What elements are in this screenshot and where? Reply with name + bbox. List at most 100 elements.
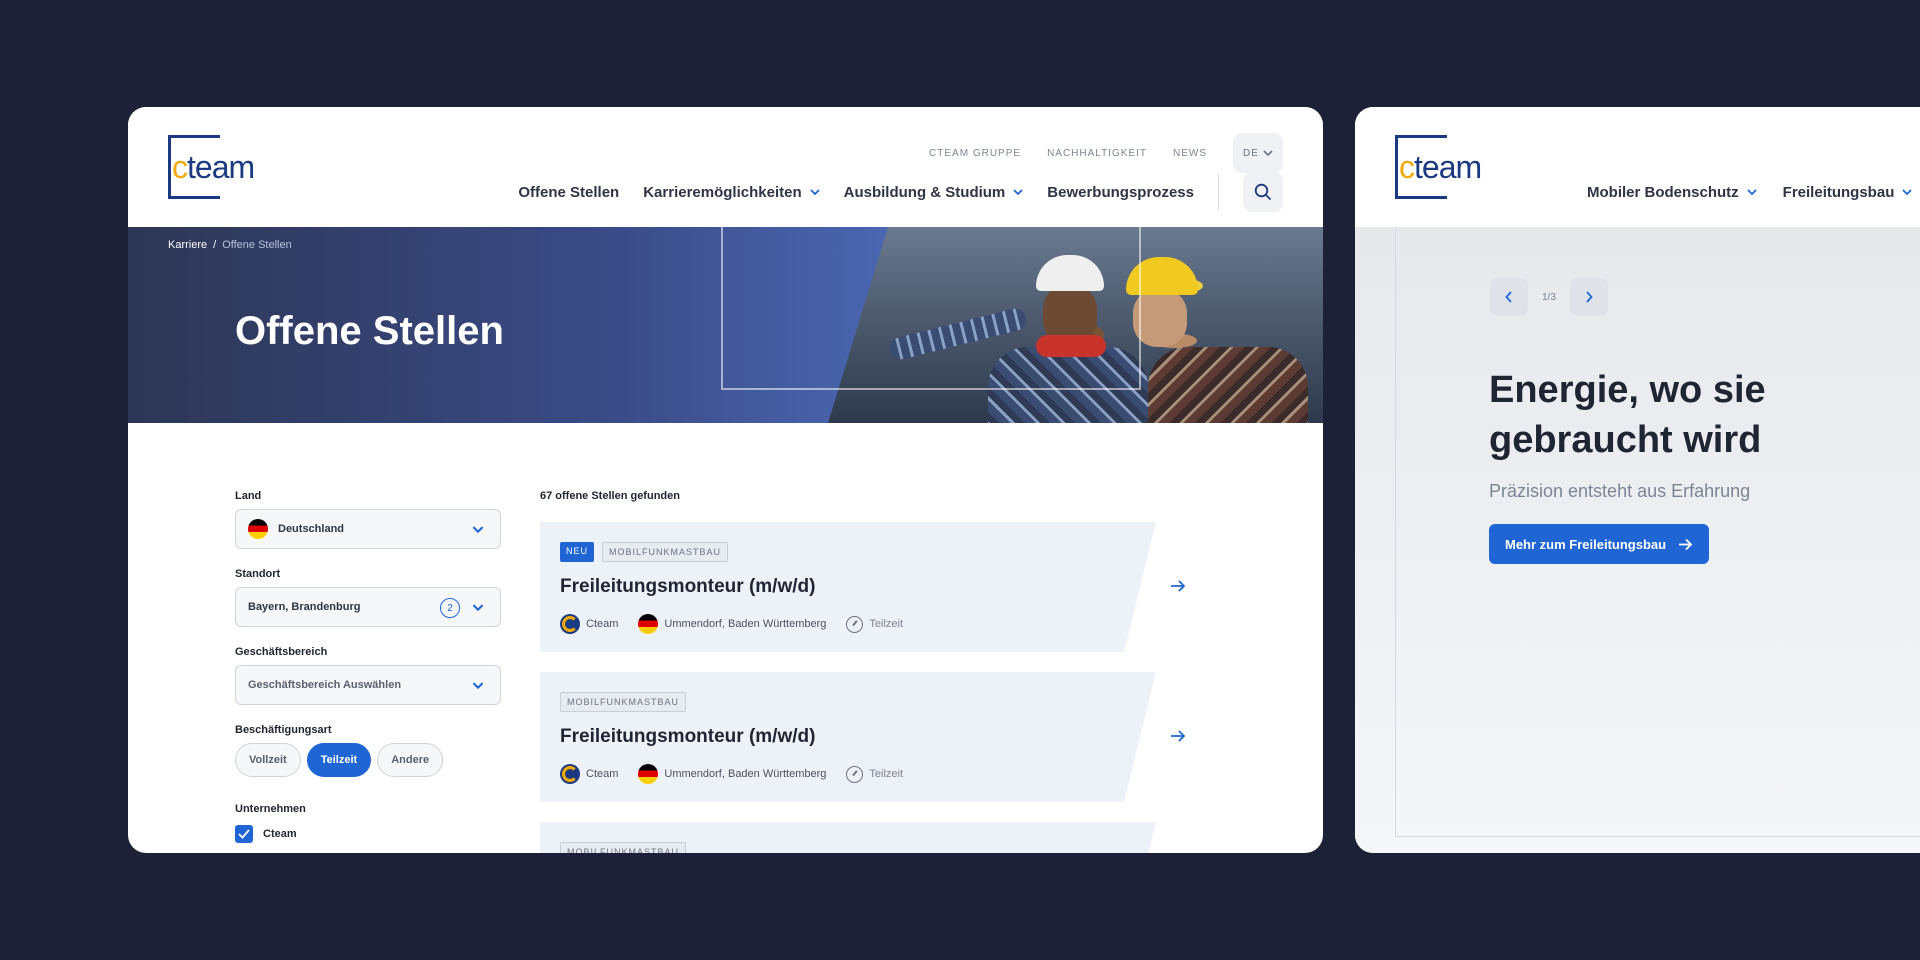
logo-letters: team <box>187 149 255 185</box>
hero-outline-decoration <box>721 227 1141 390</box>
slider-prev-button[interactable] <box>1490 278 1528 316</box>
job-location: Ummendorf, Baden Württemberg <box>664 768 827 780</box>
slider-controls: 1/3 <box>1490 278 1608 316</box>
cta-button[interactable]: Mehr zum Freileitungsbau <box>1489 524 1710 564</box>
clock-icon <box>846 765 864 783</box>
filter-label-art: Beschäftigungsart <box>235 724 332 736</box>
job-title: Freileitungsmonteur (m/w/d) <box>560 576 816 597</box>
language-selector[interactable]: DE <box>1233 133 1283 173</box>
job-tags: NEU MOBILFUNKMASTBAU <box>560 542 729 562</box>
nav-label: Karrieremöglichkeiten <box>643 183 802 201</box>
nav-label: Mobiler Bodenschutz <box>1587 183 1739 201</box>
germany-flag-icon <box>638 764 659 784</box>
logo-letter-c: c <box>1399 149 1415 185</box>
careers-page-window: cteam CTEAM GRUPPE NACHHALTIGKEIT NEWS D… <box>128 107 1323 853</box>
pill-andere[interactable]: Andere <box>377 743 444 777</box>
job-card[interactable]: NEU MOBILFUNKMASTBAU Freileitungsmonteur… <box>540 522 1156 652</box>
site-header: cteam Mobiler Bodenschutz Freileitungsba… <box>1355 107 1920 227</box>
filter-label-unternehmen: Unternehmen <box>235 803 306 815</box>
category-tag: MOBILFUNKMASTBAU <box>560 692 687 712</box>
image-shirt <box>1148 347 1308 423</box>
business-area-select[interactable]: Geschäftsbereich Auswählen <box>235 665 501 705</box>
arrow-right-icon[interactable] <box>1170 579 1186 593</box>
employment-type-pills: Vollzeit Teilzeit Andere <box>235 743 501 777</box>
utility-link-news[interactable]: NEWS <box>1173 148 1207 159</box>
nav-item-bodenschutz[interactable]: Mobiler Bodenschutz <box>1587 184 1757 201</box>
breadcrumb-root[interactable]: Karriere <box>168 239 207 251</box>
nav-label: Bewerbungsprozess <box>1047 183 1194 201</box>
chevron-down-icon <box>1902 188 1912 195</box>
pill-vollzeit[interactable]: Vollzeit <box>235 743 301 777</box>
country-select[interactable]: Deutschland <box>235 509 501 549</box>
country-value: Deutschland <box>278 523 345 535</box>
job-location: Ummendorf, Baden Württemberg <box>664 618 827 630</box>
slider-next-button[interactable] <box>1569 278 1608 316</box>
slide-subtitle: Präzision entsteht aus Erfahrung <box>1489 481 1751 501</box>
nav-label: Offene Stellen <box>518 183 620 201</box>
nav-item-ausbildung[interactable]: Ausbildung & Studium <box>844 184 1024 201</box>
chevron-down-icon <box>1013 188 1023 195</box>
utility-link-nachhaltigkeit[interactable]: NACHHALTIGKEIT <box>1047 148 1147 159</box>
chevron-down-icon <box>472 526 484 534</box>
chevron-down-icon <box>1263 149 1273 156</box>
checkbox-checked[interactable] <box>235 825 253 843</box>
arrow-right-icon <box>1679 538 1693 550</box>
job-meta: Cteam Ummendorf, Baden Württemberg Teilz… <box>560 614 923 634</box>
job-type: Teilzeit <box>869 768 904 780</box>
location-value: Bayern, Brandenburg <box>248 601 361 613</box>
nav-item-karrieremoeglichkeiten[interactable]: Karrieremöglichkeiten <box>643 183 820 201</box>
filter-panel: Land Deutschland Standort Bayern, Brande… <box>235 490 501 843</box>
job-tags: MOBILFUNKMASTBAU <box>560 692 687 712</box>
cta-label: Mehr zum Freileitungsbau <box>1505 536 1667 552</box>
filter-label-standort: Standort <box>235 568 281 580</box>
pill-teilzeit[interactable]: Teilzeit <box>306 743 372 777</box>
business-page-window: cteam Mobiler Bodenschutz Freileitungsba… <box>1355 107 1920 853</box>
cteam-logo[interactable]: cteam <box>172 149 255 185</box>
cteam-logo[interactable]: cteam <box>1399 149 1482 185</box>
image-face <box>1133 289 1187 347</box>
clock-icon <box>846 615 864 633</box>
business-area-placeholder: Geschäftsbereich Auswählen <box>248 679 402 691</box>
company-checkbox-row[interactable]: Cteam <box>235 825 501 843</box>
nav-divider <box>1218 174 1219 210</box>
company-logo-icon <box>560 764 580 784</box>
nav-label: Ausbildung & Studium <box>843 183 1006 201</box>
breadcrumb: Karriere / Offene Stellen <box>168 239 292 251</box>
job-tags: MOBILFUNKMASTBAU <box>560 842 687 853</box>
filter-label-land: Land <box>235 490 262 502</box>
search-button[interactable] <box>1243 172 1283 212</box>
utility-link-gruppe[interactable]: CTEAM GRUPPE <box>929 148 1021 159</box>
logo-letters: team <box>1414 149 1482 185</box>
breadcrumb-current: Offene Stellen <box>222 239 292 251</box>
category-tag: MOBILFUNKMASTBAU <box>602 542 729 562</box>
slide-counter: 1/3 <box>1542 291 1556 303</box>
nav-item-bewerbungsprozess[interactable]: Bewerbungsprozess <box>1047 184 1194 201</box>
job-company: Cteam <box>586 618 619 630</box>
job-card[interactable]: MOBILFUNKMASTBAU Freileitungsmonteur (m/… <box>540 672 1156 802</box>
page-title: Offene Stellen <box>235 309 504 353</box>
job-company: Cteam <box>586 768 619 780</box>
location-select[interactable]: Bayern, Brandenburg 2 <box>235 587 501 627</box>
germany-flag-icon <box>248 519 268 539</box>
germany-flag-icon <box>638 614 659 634</box>
chevron-down-icon <box>1747 188 1757 195</box>
selection-count-badge: 2 <box>440 598 460 618</box>
nav-item-offene-stellen[interactable]: Offene Stellen <box>518 184 619 201</box>
utility-nav: CTEAM GRUPPE NACHHALTIGKEIT NEWS DE <box>929 133 1283 173</box>
job-card[interactable]: MOBILFUNKMASTBAU <box>540 822 1156 853</box>
breadcrumb-separator: / <box>213 239 217 251</box>
hero-banner: Karriere / Offene Stellen Offene Stellen <box>128 227 1323 423</box>
chevron-right-icon <box>1586 291 1593 303</box>
job-title: Freileitungsmonteur (m/w/d) <box>560 726 816 747</box>
arrow-right-icon[interactable] <box>1170 729 1186 743</box>
job-meta: Cteam Ummendorf, Baden Württemberg Teilz… <box>560 764 923 784</box>
new-badge: NEU <box>560 542 595 562</box>
slide-title: Energie, wo sie gebraucht wird <box>1489 369 1766 461</box>
job-type: Teilzeit <box>869 618 904 630</box>
nav-label: Freileitungsbau <box>1782 183 1895 201</box>
main-nav: Mobiler Bodenschutz Freileitungsbau <box>1587 171 1920 213</box>
nav-item-freileitungsbau[interactable]: Freileitungsbau <box>1783 184 1913 201</box>
language-label: DE <box>1243 147 1259 159</box>
site-header: cteam CTEAM GRUPPE NACHHALTIGKEIT NEWS D… <box>128 107 1323 227</box>
chevron-down-icon <box>472 682 484 690</box>
